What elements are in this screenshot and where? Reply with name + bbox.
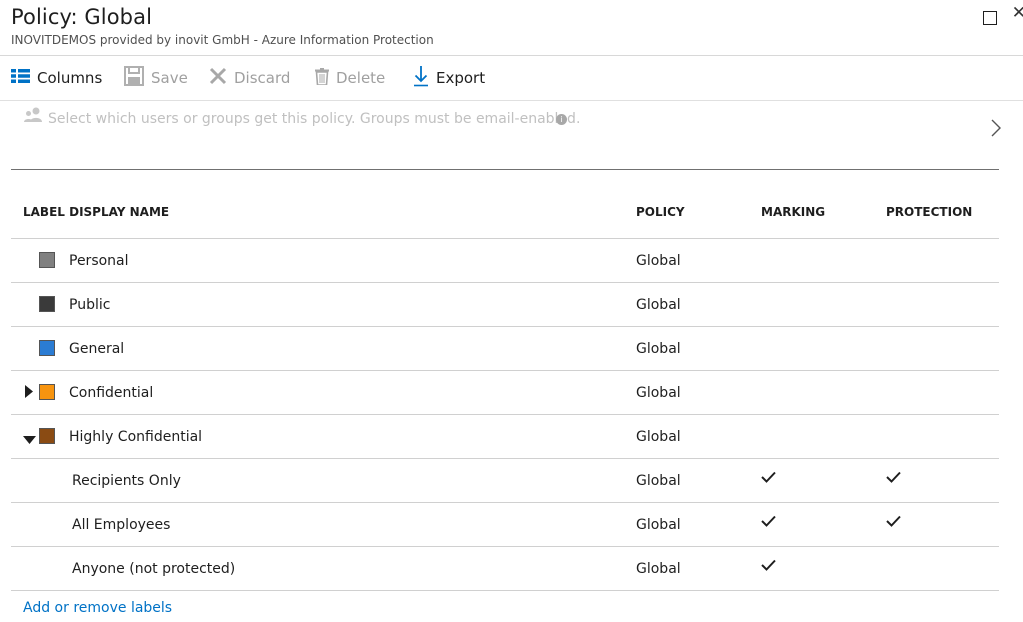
delete-label: Delete (336, 69, 386, 87)
label-name[interactable]: Public (69, 297, 110, 313)
page-title: Policy: Global (11, 5, 153, 29)
table-row[interactable]: All Employees Global (11, 503, 999, 547)
add-remove-labels-link[interactable]: Add or remove labels (23, 600, 172, 616)
protection-check-icon (886, 471, 901, 487)
discard-label: Discard (234, 69, 291, 87)
table-row[interactable]: Recipients Only Global (11, 459, 999, 503)
table-row[interactable]: Confidential Global (11, 371, 999, 415)
label-policy: Global (636, 517, 681, 533)
table-row[interactable]: Personal Global (11, 239, 999, 283)
columns-button[interactable]: Columns (11, 56, 102, 100)
label-color-swatch (39, 296, 55, 312)
maximize-icon[interactable] (983, 11, 997, 25)
label-policy: Global (636, 561, 681, 577)
column-header-protection[interactable]: PROTECTION (886, 205, 972, 219)
close-icon[interactable]: ✕ (1012, 3, 1023, 23)
chevron-right-icon[interactable] (991, 119, 1001, 141)
label-color-swatch (39, 252, 55, 268)
label-policy: Global (636, 473, 681, 489)
user-group-placeholder: Select which users or groups get this po… (48, 111, 581, 127)
marking-check-icon (761, 471, 776, 487)
table-header: LABEL DISPLAY NAME POLICY MARKING PROTEC… (11, 188, 999, 239)
delete-button[interactable]: Delete (315, 56, 385, 100)
table-row[interactable]: Highly Confidential Global (11, 415, 999, 459)
label-name[interactable]: Anyone (not protected) (72, 561, 235, 577)
label-policy: Global (636, 253, 681, 269)
download-icon (413, 65, 429, 91)
label-name[interactable]: All Employees (72, 517, 170, 533)
protection-check-icon (886, 515, 901, 531)
discard-icon (209, 67, 227, 89)
info-icon[interactable]: i (556, 114, 567, 125)
label-policy: Global (636, 297, 681, 313)
label-policy: Global (636, 429, 681, 445)
table-row[interactable]: Public Global (11, 283, 999, 327)
command-bar: Columns Save Discard Delete Export (11, 56, 1011, 100)
discard-button[interactable]: Discard (209, 56, 290, 100)
users-icon (23, 107, 43, 127)
columns-label: Columns (37, 69, 103, 87)
user-group-selector[interactable]: Select which users or groups get this po… (11, 101, 1001, 170)
column-header-policy[interactable]: POLICY (636, 205, 685, 219)
label-policy: Global (636, 341, 681, 357)
trash-icon (315, 67, 329, 89)
table-row[interactable]: Anyone (not protected) Global (11, 547, 999, 591)
page-subtitle: INOVITDEMOS provided by inovit GmbH - Az… (11, 33, 434, 47)
labels-table: LABEL DISPLAY NAME POLICY MARKING PROTEC… (11, 188, 999, 591)
columns-icon (11, 69, 30, 87)
column-header-label[interactable]: LABEL DISPLAY NAME (23, 205, 169, 219)
marking-check-icon (761, 515, 776, 531)
label-color-swatch (39, 340, 55, 356)
collapse-caret-icon[interactable] (23, 432, 36, 448)
column-header-marking[interactable]: MARKING (761, 205, 825, 219)
label-name[interactable]: Recipients Only (72, 473, 181, 489)
save-icon (124, 66, 144, 90)
export-label: Export (436, 69, 486, 87)
label-name[interactable]: General (69, 341, 124, 357)
save-label: Save (151, 69, 188, 87)
label-policy: Global (636, 385, 681, 401)
blade-header: Policy: Global INOVITDEMOS provided by i… (11, 0, 1023, 55)
label-color-swatch (39, 384, 55, 400)
label-name[interactable]: Highly Confidential (69, 429, 202, 445)
save-button[interactable]: Save (124, 56, 188, 100)
label-name[interactable]: Personal (69, 253, 129, 269)
export-button[interactable]: Export (413, 56, 485, 100)
label-name[interactable]: Confidential (69, 385, 153, 401)
table-row[interactable]: General Global (11, 327, 999, 371)
marking-check-icon (761, 559, 776, 575)
expand-caret-icon[interactable] (25, 385, 33, 402)
label-color-swatch (39, 428, 55, 444)
